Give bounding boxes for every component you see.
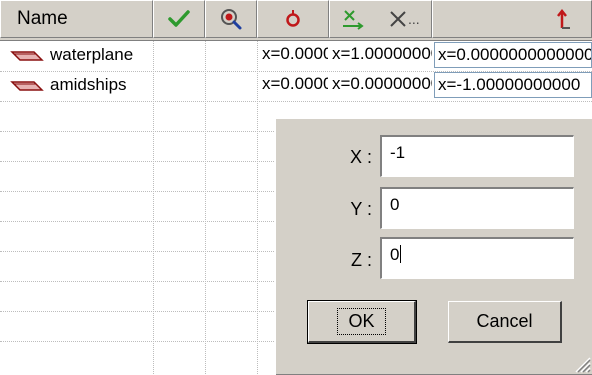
z-input[interactable]: 0 bbox=[380, 237, 574, 279]
row-cell-3[interactable]: x=-1.00000000000 bbox=[434, 72, 592, 98]
row-cell-1[interactable]: x=0.00000 bbox=[262, 74, 328, 94]
arrow-up-icon bbox=[557, 8, 570, 29]
ok-button[interactable]: OK bbox=[307, 300, 417, 344]
column-header-more: ... bbox=[407, 11, 420, 27]
checkmark-icon bbox=[168, 10, 190, 27]
column-header-bar: Name ... bbox=[0, 0, 592, 41]
table-row[interactable]: amidships x=0.00000 x=0.00000000 x=-1.00… bbox=[0, 71, 592, 101]
cancel-button-label: Cancel bbox=[476, 311, 533, 331]
x-label: X : bbox=[349, 147, 372, 167]
text-caret bbox=[400, 245, 402, 263]
vector-edit-dialog: X : -1 Y : 0 Z : 0 OK Cancel bbox=[275, 118, 592, 375]
column-header-name[interactable]: Name bbox=[0, 0, 153, 38]
y-input-value: 0 bbox=[390, 195, 400, 214]
plane-icon bbox=[10, 81, 44, 91]
z-input-value: 0 bbox=[390, 245, 400, 264]
column-header-axis[interactable]: ... bbox=[329, 0, 432, 38]
x-axis-ellipsis-icon bbox=[390, 11, 406, 27]
x-input-value: -1 bbox=[390, 143, 406, 162]
row-cell-2[interactable]: x=1.00000000 bbox=[332, 44, 432, 64]
column-header-zoom[interactable] bbox=[205, 0, 257, 38]
cancel-button[interactable]: Cancel bbox=[448, 301, 562, 343]
y-label: Y : bbox=[350, 199, 372, 219]
column-header-direction[interactable] bbox=[432, 0, 592, 38]
row-cell-1[interactable]: x=0.00000 bbox=[262, 44, 328, 64]
row-cell-2[interactable]: x=0.00000000 bbox=[332, 74, 432, 94]
column-header-name-label: Name bbox=[17, 8, 68, 29]
ok-button-label: OK bbox=[337, 308, 386, 335]
column-header-origin[interactable] bbox=[257, 0, 329, 38]
plane-icon bbox=[10, 51, 44, 61]
z-label: Z : bbox=[351, 250, 372, 270]
y-input[interactable]: 0 bbox=[380, 187, 574, 229]
row-name: waterplane bbox=[50, 45, 134, 64]
zoom-target-icon bbox=[221, 9, 242, 30]
row-name-cell[interactable]: amidships bbox=[10, 75, 154, 95]
axis-x-icon bbox=[343, 10, 364, 30]
row-name: amidships bbox=[50, 75, 127, 94]
column-header-visible[interactable] bbox=[153, 0, 205, 38]
origin-point-icon bbox=[286, 10, 300, 27]
window: Name ... waterplane x=0.0000 x=1.0000000… bbox=[0, 0, 592, 375]
resize-grip-icon[interactable] bbox=[571, 353, 591, 373]
row-name-cell[interactable]: waterplane bbox=[10, 45, 154, 65]
row-cell-3[interactable]: x=0.00000000000000 bbox=[434, 42, 592, 68]
table-row[interactable]: waterplane x=0.00000 x=1.00000000 x=0.00… bbox=[0, 41, 592, 71]
x-input[interactable]: -1 bbox=[380, 135, 574, 177]
